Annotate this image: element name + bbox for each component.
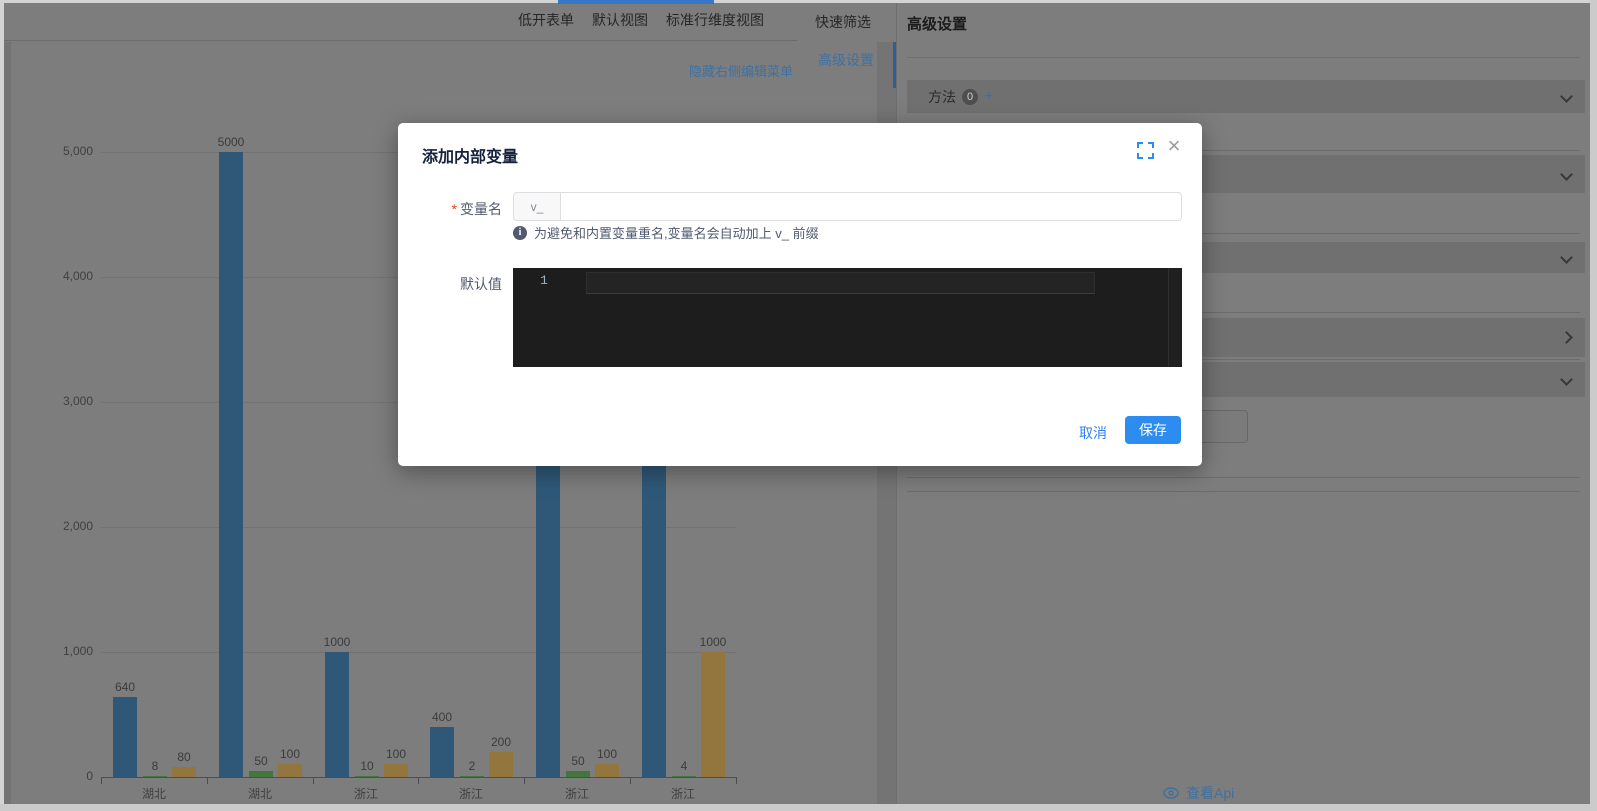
info-icon: i	[513, 226, 527, 240]
help-text: 为避免和内置变量重名,变量名会自动加上 v_ 前缀	[534, 223, 819, 242]
required-asterisk: *	[452, 201, 457, 217]
editor-current-line[interactable]	[586, 272, 1095, 294]
variable-name-help: i 为避免和内置变量重名,变量名会自动加上 v_ 前缀	[513, 223, 819, 242]
close-icon[interactable]: ×	[1163, 131, 1185, 161]
default-value-code-editor[interactable]: 1	[513, 268, 1182, 367]
editor-scrollbar[interactable]	[1169, 268, 1182, 367]
cancel-button[interactable]: 取消	[1079, 423, 1107, 443]
dialog-title: 添加内部变量	[422, 143, 518, 167]
variable-name-input-group: v_	[513, 192, 1182, 221]
app-window: 低开表单默认视图标准行维度视图 隐藏右侧编辑菜单 01,0002,0003,00…	[0, 0, 1597, 811]
fullscreen-icon[interactable]	[1137, 142, 1154, 159]
default-value-label: 默认值	[412, 274, 502, 294]
variable-name-input[interactable]	[560, 192, 1182, 221]
save-button[interactable]: 保存	[1125, 416, 1181, 444]
variable-name-label: *变量名	[412, 199, 502, 219]
editor-line-number: 1	[513, 273, 575, 288]
add-internal-variable-dialog: 添加内部变量 × *变量名 v_ i 为避免和内置变量重名,变量名会自动加上 v…	[398, 123, 1202, 466]
variable-prefix-addon: v_	[513, 192, 560, 221]
